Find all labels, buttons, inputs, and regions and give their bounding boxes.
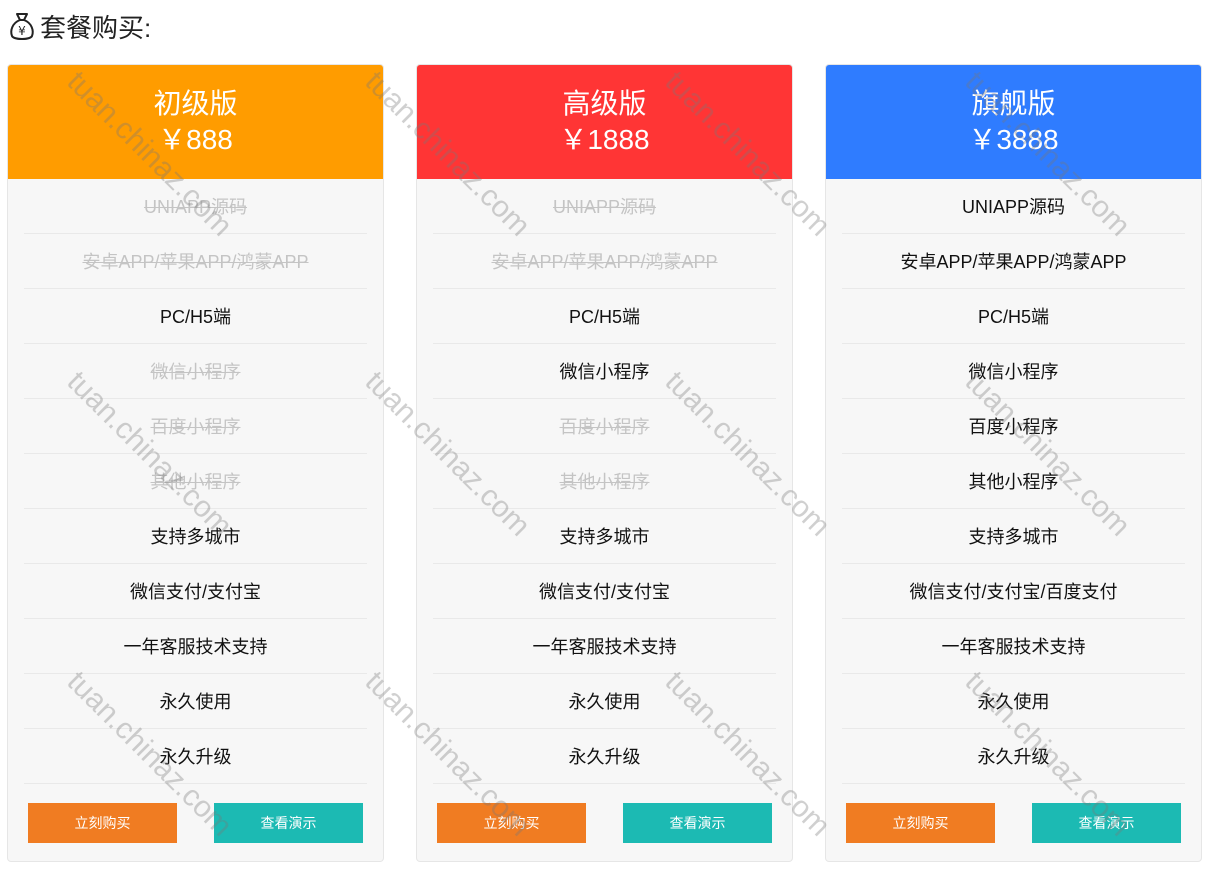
buy-now-button[interactable]: 立刻购买 <box>437 803 586 843</box>
plan-name: 高级版 <box>562 88 647 119</box>
feature-item: 其他小程序 <box>24 454 367 509</box>
page-title: 套餐购买: <box>40 12 152 43</box>
buy-now-button[interactable]: 立刻购买 <box>28 803 177 843</box>
plan-price: ￥1888 <box>559 124 650 155</box>
plan-header: 高级版 ￥1888 <box>417 65 792 179</box>
plan-header: 初级版 ￥888 <box>8 65 383 179</box>
feature-item: PC/H5端 <box>24 289 367 344</box>
plan-name: 旗舰版 <box>971 88 1056 119</box>
feature-list: UNIAPP源码 安卓APP/苹果APP/鸿蒙APP PC/H5端 微信小程序 百度小程… <box>433 179 776 784</box>
feature-item: 微信支付/支付宝/百度支付 <box>842 564 1185 619</box>
view-demo-button[interactable]: 查看演示 <box>214 803 363 843</box>
feature-item: UNIAPP源码 <box>433 179 776 234</box>
plan-price: ￥888 <box>158 124 233 155</box>
feature-item: UNIAPP源码 <box>842 179 1185 234</box>
feature-item: PC/H5端 <box>433 289 776 344</box>
feature-item: 永久使用 <box>842 674 1185 729</box>
feature-item: PC/H5端 <box>842 289 1185 344</box>
page-heading: ¥ 套餐购买: <box>8 8 151 44</box>
feature-item: 百度小程序 <box>842 399 1185 454</box>
feature-item: 一年客服技术支持 <box>842 619 1185 674</box>
plan-price: ￥3888 <box>968 124 1059 155</box>
feature-item: 百度小程序 <box>24 399 367 454</box>
plan-actions: 立刻购买 查看演示 <box>28 803 363 843</box>
feature-item: 微信小程序 <box>842 344 1185 399</box>
feature-item: 安卓APP/苹果APP/鸿蒙APP <box>842 234 1185 289</box>
feature-item: UNIAPP源码 <box>24 179 367 234</box>
feature-item: 一年客服技术支持 <box>433 619 776 674</box>
feature-item: 微信小程序 <box>433 344 776 399</box>
plan-actions: 立刻购买 查看演示 <box>846 803 1181 843</box>
plan-card-advanced: 高级版 ￥1888 UNIAPP源码 安卓APP/苹果APP/鸿蒙APP PC/H5… <box>416 64 793 862</box>
plan-name: 初级版 <box>153 88 238 119</box>
feature-item: 支持多城市 <box>24 509 367 564</box>
feature-item: 微信小程序 <box>24 344 367 399</box>
feature-item: 其他小程序 <box>433 454 776 509</box>
feature-item: 永久升级 <box>842 729 1185 784</box>
plan-card-flagship: 旗舰版 ￥3888 UNIAPP源码 安卓APP/苹果APP/鸿蒙APP PC/H5… <box>825 64 1202 862</box>
feature-item: 永久使用 <box>433 674 776 729</box>
view-demo-button[interactable]: 查看演示 <box>1032 803 1181 843</box>
buy-now-button[interactable]: 立刻购买 <box>846 803 995 843</box>
svg-text:¥: ¥ <box>18 24 26 38</box>
plan-header: 旗舰版 ￥3888 <box>826 65 1201 179</box>
feature-item: 安卓APP/苹果APP/鸿蒙APP <box>24 234 367 289</box>
money-bag-icon: ¥ <box>10 13 34 40</box>
feature-item: 永久升级 <box>433 729 776 784</box>
plan-card-basic: 初级版 ￥888 UNIAPP源码 安卓APP/苹果APP/鸿蒙APP PC/H5端… <box>7 64 384 862</box>
feature-list: UNIAPP源码 安卓APP/苹果APP/鸿蒙APP PC/H5端 微信小程序 百度小程… <box>842 179 1185 784</box>
feature-item: 微信支付/支付宝 <box>433 564 776 619</box>
feature-item: 支持多城市 <box>842 509 1185 564</box>
feature-item: 微信支付/支付宝 <box>24 564 367 619</box>
feature-item: 其他小程序 <box>842 454 1185 509</box>
feature-list: UNIAPP源码 安卓APP/苹果APP/鸿蒙APP PC/H5端 微信小程序 百度小程… <box>24 179 367 784</box>
view-demo-button[interactable]: 查看演示 <box>623 803 772 843</box>
feature-item: 永久使用 <box>24 674 367 729</box>
feature-item: 一年客服技术支持 <box>24 619 367 674</box>
feature-item: 百度小程序 <box>433 399 776 454</box>
feature-item: 永久升级 <box>24 729 367 784</box>
feature-item: 支持多城市 <box>433 509 776 564</box>
plan-actions: 立刻购买 查看演示 <box>437 803 772 843</box>
feature-item: 安卓APP/苹果APP/鸿蒙APP <box>433 234 776 289</box>
